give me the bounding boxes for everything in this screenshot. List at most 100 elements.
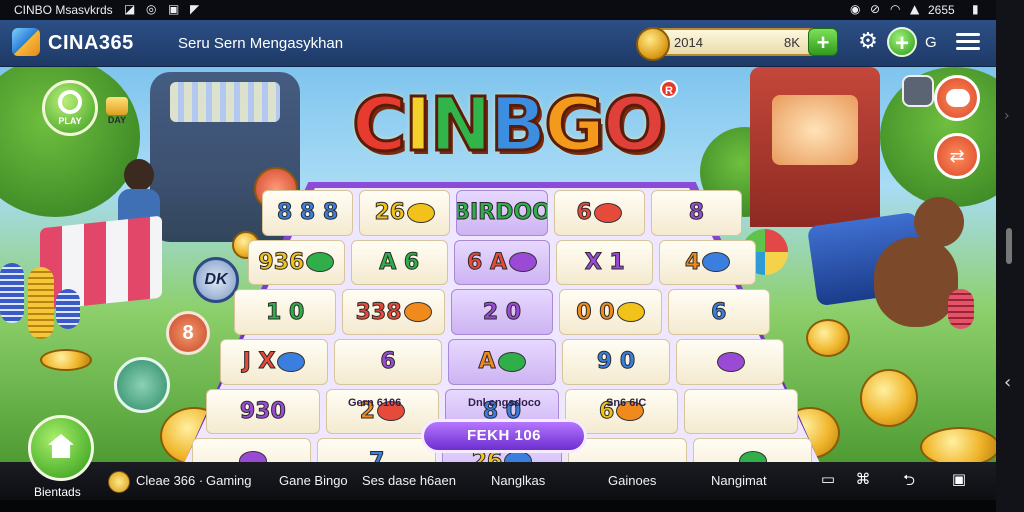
bingo-cell[interactable]: 6 A	[453, 239, 551, 286]
menu-icon[interactable]	[956, 33, 980, 51]
bingo-cell-value: 6	[711, 299, 727, 325]
critter-icon	[407, 202, 436, 223]
bingo-cell[interactable]	[692, 438, 812, 462]
share-button[interactable]: ⇄	[934, 133, 980, 179]
bingo-cell-value: 4	[684, 249, 701, 275]
critter-icon	[702, 252, 731, 273]
nav-item[interactable]: Nangimat	[711, 473, 767, 488]
game-screen: CINBO Msasvkrds ◪ ◎ ▣ ◤ ◉ ⊘ ◠ ▲ 2655 ▮ C…	[0, 0, 996, 512]
app-logo-icon[interactable]	[12, 28, 40, 56]
bingo-cell[interactable]: A 6	[350, 239, 448, 286]
critter-icon	[739, 451, 768, 462]
home-button[interactable]	[28, 415, 94, 481]
bingo-cell-value: 7	[369, 448, 385, 462]
bingo-cell-value: J X	[242, 349, 276, 375]
bingo-cell-value: BIRDOO	[456, 200, 548, 226]
bingo-cell-value: 8	[688, 200, 705, 226]
status-bar: CINBO Msasvkrds ◪ ◎ ▣ ◤ ◉ ⊘ ◠ ▲ 2655 ▮	[0, 0, 996, 20]
bingo-cell-value: 0 0	[576, 299, 615, 325]
brand-name: CINA365	[48, 32, 134, 54]
coin-balance[interactable]: 2014 8K +	[636, 27, 838, 61]
chip-stack	[56, 289, 80, 329]
nav-item[interactable]: Gainoes	[608, 473, 656, 488]
window-icon[interactable]: ▭	[817, 470, 839, 490]
bingo-cell[interactable]: 7	[317, 438, 437, 462]
bingo-cell-value: 6 A	[466, 249, 507, 275]
nav-item-bingo[interactable]: Gane Bingo	[279, 473, 348, 488]
status-battery-percent: 2655	[928, 3, 955, 17]
bingo-cell[interactable]: 9 0	[562, 339, 670, 385]
nav-item[interactable]: Ses dase h6aen	[362, 473, 456, 488]
signal-icon: ▲	[910, 2, 920, 16]
bingo-cell[interactable]: 26	[359, 190, 451, 236]
board-label: Gern 6106	[348, 397, 402, 409]
bingo-cell[interactable]: 8	[650, 190, 742, 236]
title-letter: O	[602, 81, 668, 170]
bottom-bar: Cleae 366 · Gaming Gane Bingo Ses dase h…	[0, 462, 996, 500]
bingo-cell[interactable]: 936	[248, 239, 345, 286]
critter-icon	[508, 252, 537, 273]
home-label: Bientads	[34, 485, 81, 499]
title-letter: G	[543, 81, 607, 170]
bingo-cell[interactable]: 6	[334, 339, 442, 385]
daily-gift-button[interactable]: DAY	[104, 97, 130, 125]
balance-unit: 8K	[784, 35, 800, 50]
scroll-handle[interactable]	[1006, 228, 1012, 264]
nav-item[interactable]: Cleae 366 ·	[136, 473, 203, 488]
gold-chip-stack	[28, 267, 54, 339]
alarm-icon: ◉	[850, 2, 861, 16]
bingo-cell[interactable]: 338	[342, 289, 445, 335]
bingo-cell[interactable]	[676, 339, 784, 385]
critter-icon	[403, 302, 432, 323]
bingo-cell[interactable]: 0 0	[559, 289, 662, 335]
bingo-row: J X 6 A 9 0	[220, 339, 784, 385]
bingo-cell-value: 8 8 8	[276, 200, 339, 226]
nav-strip	[0, 500, 996, 512]
title-letter: B	[488, 81, 547, 170]
chip-stack	[0, 263, 24, 323]
chevron-up-icon[interactable]: ›	[1004, 108, 1010, 124]
game-scene: PLAY DAY DK 8 ⇄ CINBGO R 8 8 8 26 BIRDOO 6 8…	[0, 67, 996, 462]
title-letter: N	[428, 81, 493, 170]
coin-icon	[40, 349, 92, 371]
gamepad-icon[interactable]: ⌘	[852, 470, 874, 490]
chevron-left-icon[interactable]: ‹	[1004, 372, 1011, 393]
balance-value: 2014	[674, 35, 703, 50]
leaderboard-icon[interactable]	[902, 75, 934, 107]
bingo-cell[interactable]	[192, 438, 312, 462]
bingo-cell[interactable]: J X	[220, 339, 328, 385]
play-button[interactable]: PLAY	[42, 80, 98, 136]
bingo-cell-value: 26	[374, 200, 406, 226]
spin-button[interactable]: FEKH 106	[421, 419, 587, 453]
board-label: Sn6 6IC	[606, 397, 647, 409]
bingo-cell[interactable]: BIRDOO	[456, 190, 548, 236]
bingo-cell[interactable]: 1 0	[234, 289, 337, 335]
bingo-cell[interactable]: 2 0	[450, 289, 554, 335]
bingo-cell[interactable]: X 1	[556, 239, 654, 286]
bingo-cell-value: A	[478, 349, 496, 375]
bingo-cell[interactable]: 8 8 8	[262, 190, 354, 236]
image-icon: ▣	[168, 2, 180, 16]
back-icon[interactable]: ⮌	[898, 470, 920, 490]
gear-icon[interactable]: ⚙	[856, 30, 880, 54]
bingo-cell[interactable]: A	[448, 339, 556, 385]
critter-icon	[616, 302, 645, 323]
bingo-cell[interactable]: 6	[553, 190, 645, 236]
header-extra-label: G	[925, 34, 937, 51]
bingo-cell-value: 6	[576, 200, 592, 226]
title-letter: I	[403, 81, 433, 170]
chat-button[interactable]	[934, 75, 980, 121]
ring-button[interactable]	[114, 357, 170, 413]
title-letter: C	[351, 81, 408, 170]
plus-icon[interactable]: +	[887, 27, 917, 57]
critter-icon	[277, 351, 306, 372]
nav-item[interactable]: Nanglkas	[491, 473, 545, 488]
daily-gift-label: DAY	[107, 115, 127, 125]
coin-icon	[860, 369, 918, 427]
bingo-cell[interactable]: 6	[667, 289, 770, 335]
add-coins-button[interactable]: +	[808, 28, 838, 56]
nav-item-gaming[interactable]: Gaming	[206, 473, 252, 488]
recents-icon[interactable]: ▣	[948, 470, 970, 490]
bingo-cell[interactable]: 4	[659, 239, 756, 286]
bingo-cell-value: 2 0	[482, 299, 522, 325]
